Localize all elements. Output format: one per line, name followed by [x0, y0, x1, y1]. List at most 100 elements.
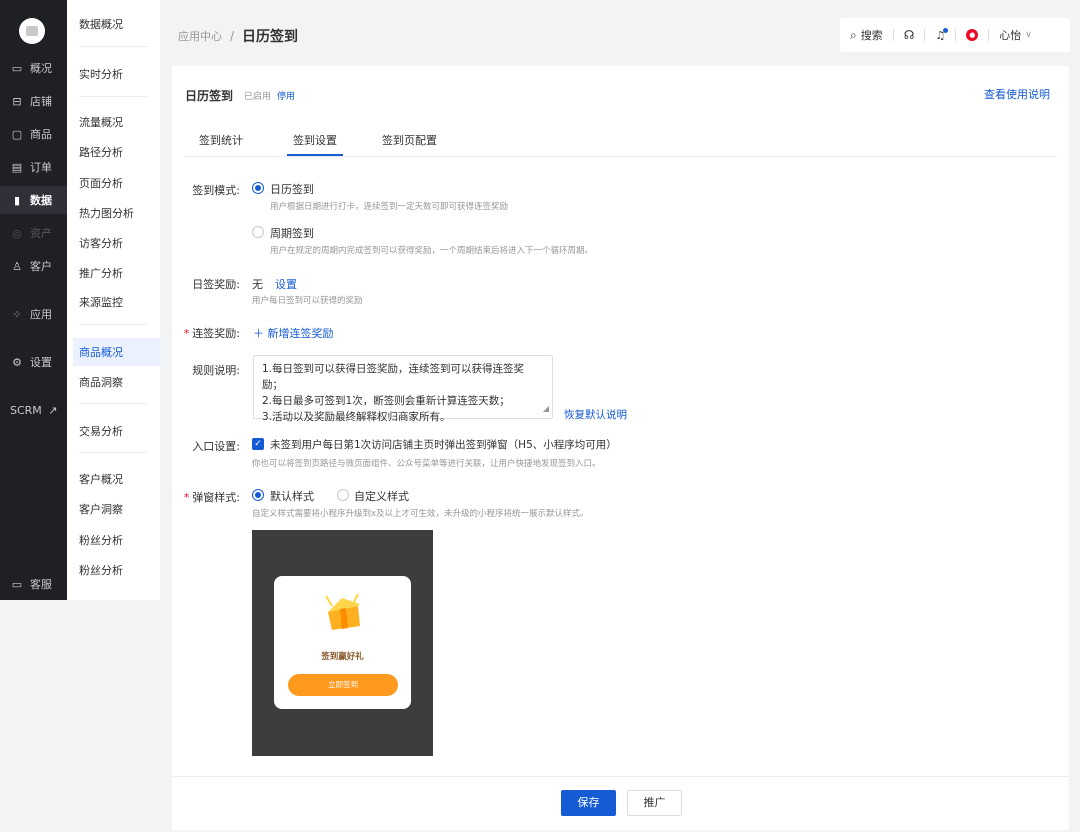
user-icon: ♙ — [12, 259, 22, 273]
breadcrumb-parent[interactable]: 应用中心 — [178, 28, 222, 44]
rules-label: 规则说明: — [192, 364, 240, 377]
breadcrumb: 应用中心 / 日历签到 — [178, 26, 298, 46]
divider — [79, 403, 148, 404]
subnav-promotion[interactable]: 推广分析 — [79, 265, 123, 281]
mode-calendar-label[interactable]: 日历签到 — [270, 181, 314, 197]
popup-card: 签到赢好礼 立即签到 — [274, 576, 411, 709]
add-streak-reward-button[interactable]: ＋ 新增连签奖励 — [253, 325, 334, 341]
daily-reward-label: 日签奖励: — [192, 278, 240, 291]
bell-icon[interactable]: ♫ — [935, 27, 949, 42]
entry-checkbox[interactable]: ✓ — [252, 438, 264, 450]
avatar[interactable]: ● — [966, 29, 979, 41]
subnav-source[interactable]: 来源监控 — [79, 294, 123, 310]
gear-icon: ⚙ — [12, 355, 22, 369]
subnav-customer-overview[interactable]: 客户概况 — [79, 471, 123, 487]
daily-reward-hint: 用户每日签到可以获得的奖励 — [252, 296, 363, 306]
tab-settings[interactable]: 签到设置 — [293, 132, 337, 148]
nav-assets[interactable]: ◎ 资产 — [0, 219, 67, 247]
popup-style-hint: 自定义样式需要将小程序升级到x及以上才可生效，未升级的小程序将统一展示默认样式。 — [252, 509, 589, 519]
mode-calendar-radio[interactable] — [252, 182, 264, 194]
apps-icon: ⁘ — [12, 307, 22, 321]
save-button[interactable]: 保存 — [561, 790, 616, 816]
search-button[interactable]: 搜索 — [861, 27, 883, 43]
entry-checkbox-label[interactable]: 未签到用户每日第1次访问店铺主页时弹出签到弹窗（H5、小程序均可用） — [270, 437, 617, 452]
mode-label: 签到模式: — [192, 184, 240, 197]
nav-settings[interactable]: ⚙ 设置 — [0, 348, 67, 376]
tab-page-config[interactable]: 签到页配置 — [382, 132, 437, 148]
popup-default-label[interactable]: 默认样式 — [270, 488, 314, 504]
subnav-fans[interactable]: 粉丝分析 — [79, 532, 123, 548]
entry-hint: 你也可以将签到页路径与微页面组件、公众号菜单等进行关联，让用户快捷地发现签到入口… — [252, 459, 601, 469]
coin-icon: ◎ — [12, 226, 22, 240]
subnav-visitor[interactable]: 访客分析 — [79, 235, 123, 251]
divider — [924, 29, 926, 41]
daily-reward-value: 无 — [252, 278, 263, 291]
divider — [79, 96, 148, 97]
bag-icon: ▢ — [11, 127, 23, 141]
subnav-path[interactable]: 路径分析 — [79, 144, 123, 160]
mode-calendar-hint: 用户根据日期进行打卡，连续签到一定天数可即可获得连签奖励 — [270, 202, 509, 212]
popup-custom-label[interactable]: 自定义样式 — [354, 488, 409, 504]
search-icon[interactable]: ⌕ — [850, 28, 857, 43]
divider — [79, 324, 148, 325]
promote-button[interactable]: 推广 — [627, 790, 682, 816]
store-logo[interactable] — [19, 18, 45, 44]
status-badge: 已启用 — [244, 92, 272, 102]
divider — [79, 452, 148, 453]
headset-icon[interactable]: ☊ — [904, 28, 915, 42]
preview-signin-button: 立即签到 — [288, 674, 398, 696]
required-mark: * — [183, 327, 190, 340]
mode-cycle-radio[interactable] — [252, 226, 264, 238]
nav-scrm[interactable]: SCRM ↗ — [0, 396, 67, 424]
gift-box-icon — [325, 593, 360, 630]
primary-sidebar: ▭ 概况 ⊟ 店铺 ▢ 商品 ▤ 订单 ▮ 数据 ◎ 资产 ♙ 客户 ⁘ 应用 ⚙ 设置 SCRM… — [0, 0, 67, 600]
tab-bar: 签到统计 签到设置 签到页配置 — [185, 122, 1057, 157]
nav-apps[interactable]: ⁘ 应用 — [0, 300, 67, 328]
help-link[interactable]: 查看使用说明 — [984, 86, 1050, 102]
restore-default-link[interactable]: 恢复默认说明 — [564, 407, 627, 422]
rules-textarea[interactable]: 1.每日签到可以获得日签奖励，连续签到可以获得连签奖励； 2.每日最多可签到1次… — [253, 355, 553, 423]
subnav-goods-insight[interactable]: 商品洞察 — [79, 374, 123, 390]
store-icon: ⊟ — [12, 94, 22, 108]
subnav-data-overview[interactable]: 数据概况 — [79, 16, 123, 32]
document-icon: ▤ — [11, 160, 23, 174]
divider — [988, 29, 990, 41]
notification-dot — [943, 27, 949, 33]
subnav-fans-2[interactable]: 粉丝分析 — [79, 562, 123, 578]
popup-custom-radio[interactable] — [337, 489, 349, 501]
divider — [79, 46, 148, 47]
mode-cycle-label[interactable]: 周期签到 — [270, 225, 314, 241]
streak-reward-label: * 连签奖励: — [183, 327, 240, 340]
divider — [955, 29, 957, 41]
entry-label: 入口设置: — [192, 440, 240, 453]
subnav-goods-overview[interactable]: 商品概况 — [73, 338, 160, 366]
preview-title: 签到赢好礼 — [321, 652, 364, 662]
nav-orders[interactable]: ▤ 订单 — [0, 153, 67, 181]
subnav-heatmap[interactable]: 热力图分析 — [79, 205, 134, 221]
nav-customers[interactable]: ♙ 客户 — [0, 252, 67, 280]
subnav-realtime[interactable]: 实时分析 — [79, 66, 123, 82]
daily-reward-set-link[interactable]: 设置 — [275, 276, 297, 292]
subnav-traffic[interactable]: 流量概况 — [79, 114, 123, 130]
nav-overview[interactable]: ▭ 概况 — [0, 54, 67, 82]
nav-data[interactable]: ▮ 数据 — [0, 186, 67, 214]
resize-handle-icon[interactable]: ◢ — [543, 401, 549, 417]
popup-style-label: * 弹窗样式: — [183, 491, 240, 504]
card-title: 日历签到 — [185, 89, 234, 103]
popup-default-radio[interactable] — [252, 489, 264, 501]
footer-bar: 保存 推广 — [172, 776, 1069, 830]
chevron-down-icon[interactable]: ∨ — [1025, 30, 1032, 40]
nav-goods[interactable]: ▢ 商品 — [0, 120, 67, 148]
divider — [892, 29, 894, 41]
tab-stats[interactable]: 签到统计 — [199, 132, 243, 148]
external-link-icon: ↗ — [48, 403, 58, 417]
disable-link[interactable]: 停用 — [277, 89, 295, 102]
nav-store[interactable]: ⊟ 店铺 — [0, 87, 67, 115]
subnav-customer-insight[interactable]: 客户洞察 — [79, 501, 123, 517]
subnav-page[interactable]: 页面分析 — [79, 175, 123, 191]
user-name[interactable]: 心怡 — [999, 27, 1021, 43]
subnav-trade[interactable]: 交易分析 — [79, 423, 123, 439]
nav-service[interactable]: ▭ 客服 — [0, 570, 67, 598]
bar-chart-icon: ▮ — [13, 193, 21, 207]
breadcrumb-separator: / — [230, 29, 235, 43]
